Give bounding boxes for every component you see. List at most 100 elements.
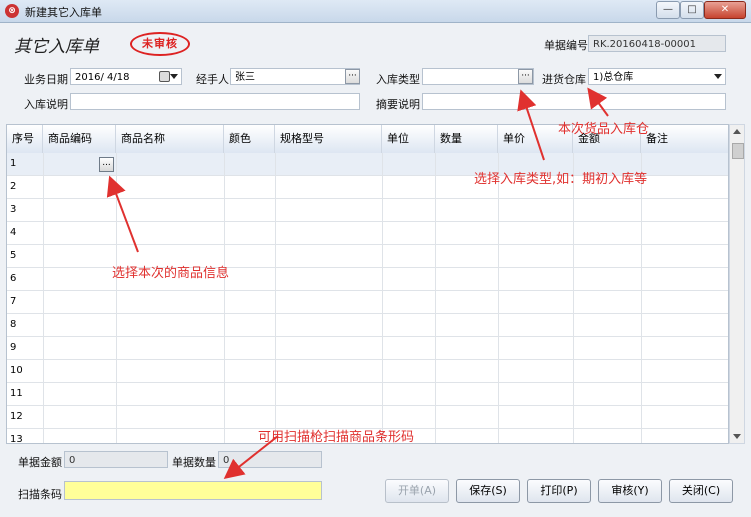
- table-row[interactable]: 11: [7, 383, 728, 406]
- column-divider: [435, 406, 436, 429]
- col-header-color[interactable]: 颜色: [224, 125, 275, 153]
- row-number: 4: [10, 227, 17, 238]
- column-divider: [43, 429, 44, 443]
- column-divider: [573, 429, 574, 443]
- column-divider: [498, 245, 499, 268]
- column-divider: [275, 199, 276, 222]
- column-divider: [224, 337, 225, 360]
- column-divider: [275, 153, 276, 176]
- row-number: 11: [10, 388, 23, 399]
- column-divider: [116, 153, 117, 176]
- col-header-code[interactable]: 商品编码: [43, 125, 116, 153]
- summary-field[interactable]: [422, 93, 726, 110]
- column-divider: [641, 291, 642, 314]
- column-divider: [116, 314, 117, 337]
- status-stamp: 未审核: [130, 32, 190, 56]
- in-note-label: 入库说明: [24, 98, 68, 111]
- column-divider: [641, 268, 642, 291]
- col-header-name[interactable]: 商品名称: [116, 125, 224, 153]
- scroll-down-icon[interactable]: [733, 434, 741, 439]
- handler-label: 经手人: [196, 73, 229, 86]
- product-lookup-button[interactable]: ...: [99, 157, 114, 172]
- column-divider: [224, 360, 225, 383]
- column-divider: [498, 291, 499, 314]
- table-row[interactable]: 4: [7, 222, 728, 245]
- column-divider: [43, 199, 44, 222]
- column-divider: [573, 314, 574, 337]
- column-divider: [498, 429, 499, 443]
- column-divider: [275, 268, 276, 291]
- column-divider: [435, 291, 436, 314]
- column-divider: [435, 429, 436, 443]
- column-divider: [435, 268, 436, 291]
- column-divider: [116, 429, 117, 443]
- app-icon: ⊗: [5, 4, 19, 18]
- maximize-button[interactable]: □: [680, 1, 704, 19]
- row-number: 2: [10, 181, 17, 192]
- handler-field[interactable]: 张三: [230, 68, 360, 85]
- in-type-lookup-button[interactable]: ···: [518, 69, 533, 84]
- column-divider: [116, 406, 117, 429]
- column-divider: [435, 176, 436, 199]
- table-row[interactable]: 7: [7, 291, 728, 314]
- col-header-qty[interactable]: 数量: [435, 125, 498, 153]
- column-divider: [224, 406, 225, 429]
- table-row[interactable]: 9: [7, 337, 728, 360]
- audit-button[interactable]: 审核(Y): [598, 479, 662, 503]
- table-row[interactable]: 3: [7, 199, 728, 222]
- close-window-button[interactable]: ✕: [704, 1, 746, 19]
- close-button[interactable]: 关闭(C): [669, 479, 733, 503]
- column-divider: [224, 222, 225, 245]
- column-divider: [573, 383, 574, 406]
- doc-no-label: 单据编号: [544, 39, 588, 52]
- column-divider: [498, 406, 499, 429]
- col-header-remark[interactable]: 备注: [641, 125, 728, 153]
- column-divider: [573, 337, 574, 360]
- barcode-scan-input[interactable]: [64, 481, 322, 500]
- column-divider: [116, 176, 117, 199]
- col-header-seq[interactable]: 序号: [7, 125, 43, 153]
- col-header-spec[interactable]: 规格型号: [275, 125, 382, 153]
- table-row[interactable]: 8: [7, 314, 728, 337]
- in-note-field[interactable]: [70, 93, 360, 110]
- column-divider: [224, 429, 225, 443]
- total-qty-label: 单据数量: [172, 456, 216, 469]
- column-divider: [498, 360, 499, 383]
- column-divider: [224, 314, 225, 337]
- column-divider: [498, 222, 499, 245]
- row-number: 8: [10, 319, 17, 330]
- print-button[interactable]: 打印(P): [527, 479, 591, 503]
- chevron-down-icon[interactable]: [714, 74, 722, 79]
- table-row[interactable]: 10: [7, 360, 728, 383]
- grid-vertical-scrollbar[interactable]: [729, 124, 745, 444]
- column-divider: [382, 360, 383, 383]
- column-divider: [641, 429, 642, 443]
- column-divider: [116, 199, 117, 222]
- column-divider: [43, 337, 44, 360]
- annotation-scan: 可用扫描枪扫描商品条形码: [258, 430, 415, 445]
- row-number: 9: [10, 342, 17, 353]
- chevron-down-icon[interactable]: [170, 74, 178, 79]
- save-button[interactable]: 保存(S): [456, 479, 520, 503]
- handler-lookup-button[interactable]: ···: [345, 69, 360, 84]
- column-divider: [275, 291, 276, 314]
- minimize-button[interactable]: —: [656, 1, 680, 19]
- column-divider: [641, 406, 642, 429]
- calendar-icon[interactable]: [159, 71, 170, 82]
- column-divider: [382, 291, 383, 314]
- column-divider: [573, 245, 574, 268]
- column-divider: [275, 383, 276, 406]
- col-header-unit[interactable]: 单位: [382, 125, 435, 153]
- window-title: 新建其它入库单: [25, 6, 102, 19]
- scroll-up-icon[interactable]: [733, 129, 741, 134]
- column-divider: [435, 222, 436, 245]
- open-button[interactable]: 开单(A): [385, 479, 449, 503]
- column-divider: [43, 176, 44, 199]
- column-divider: [43, 314, 44, 337]
- column-divider: [43, 153, 44, 176]
- warehouse-select[interactable]: 1)总仓库: [588, 68, 726, 85]
- scroll-thumb[interactable]: [732, 143, 744, 159]
- column-divider: [43, 268, 44, 291]
- column-divider: [498, 314, 499, 337]
- column-divider: [573, 199, 574, 222]
